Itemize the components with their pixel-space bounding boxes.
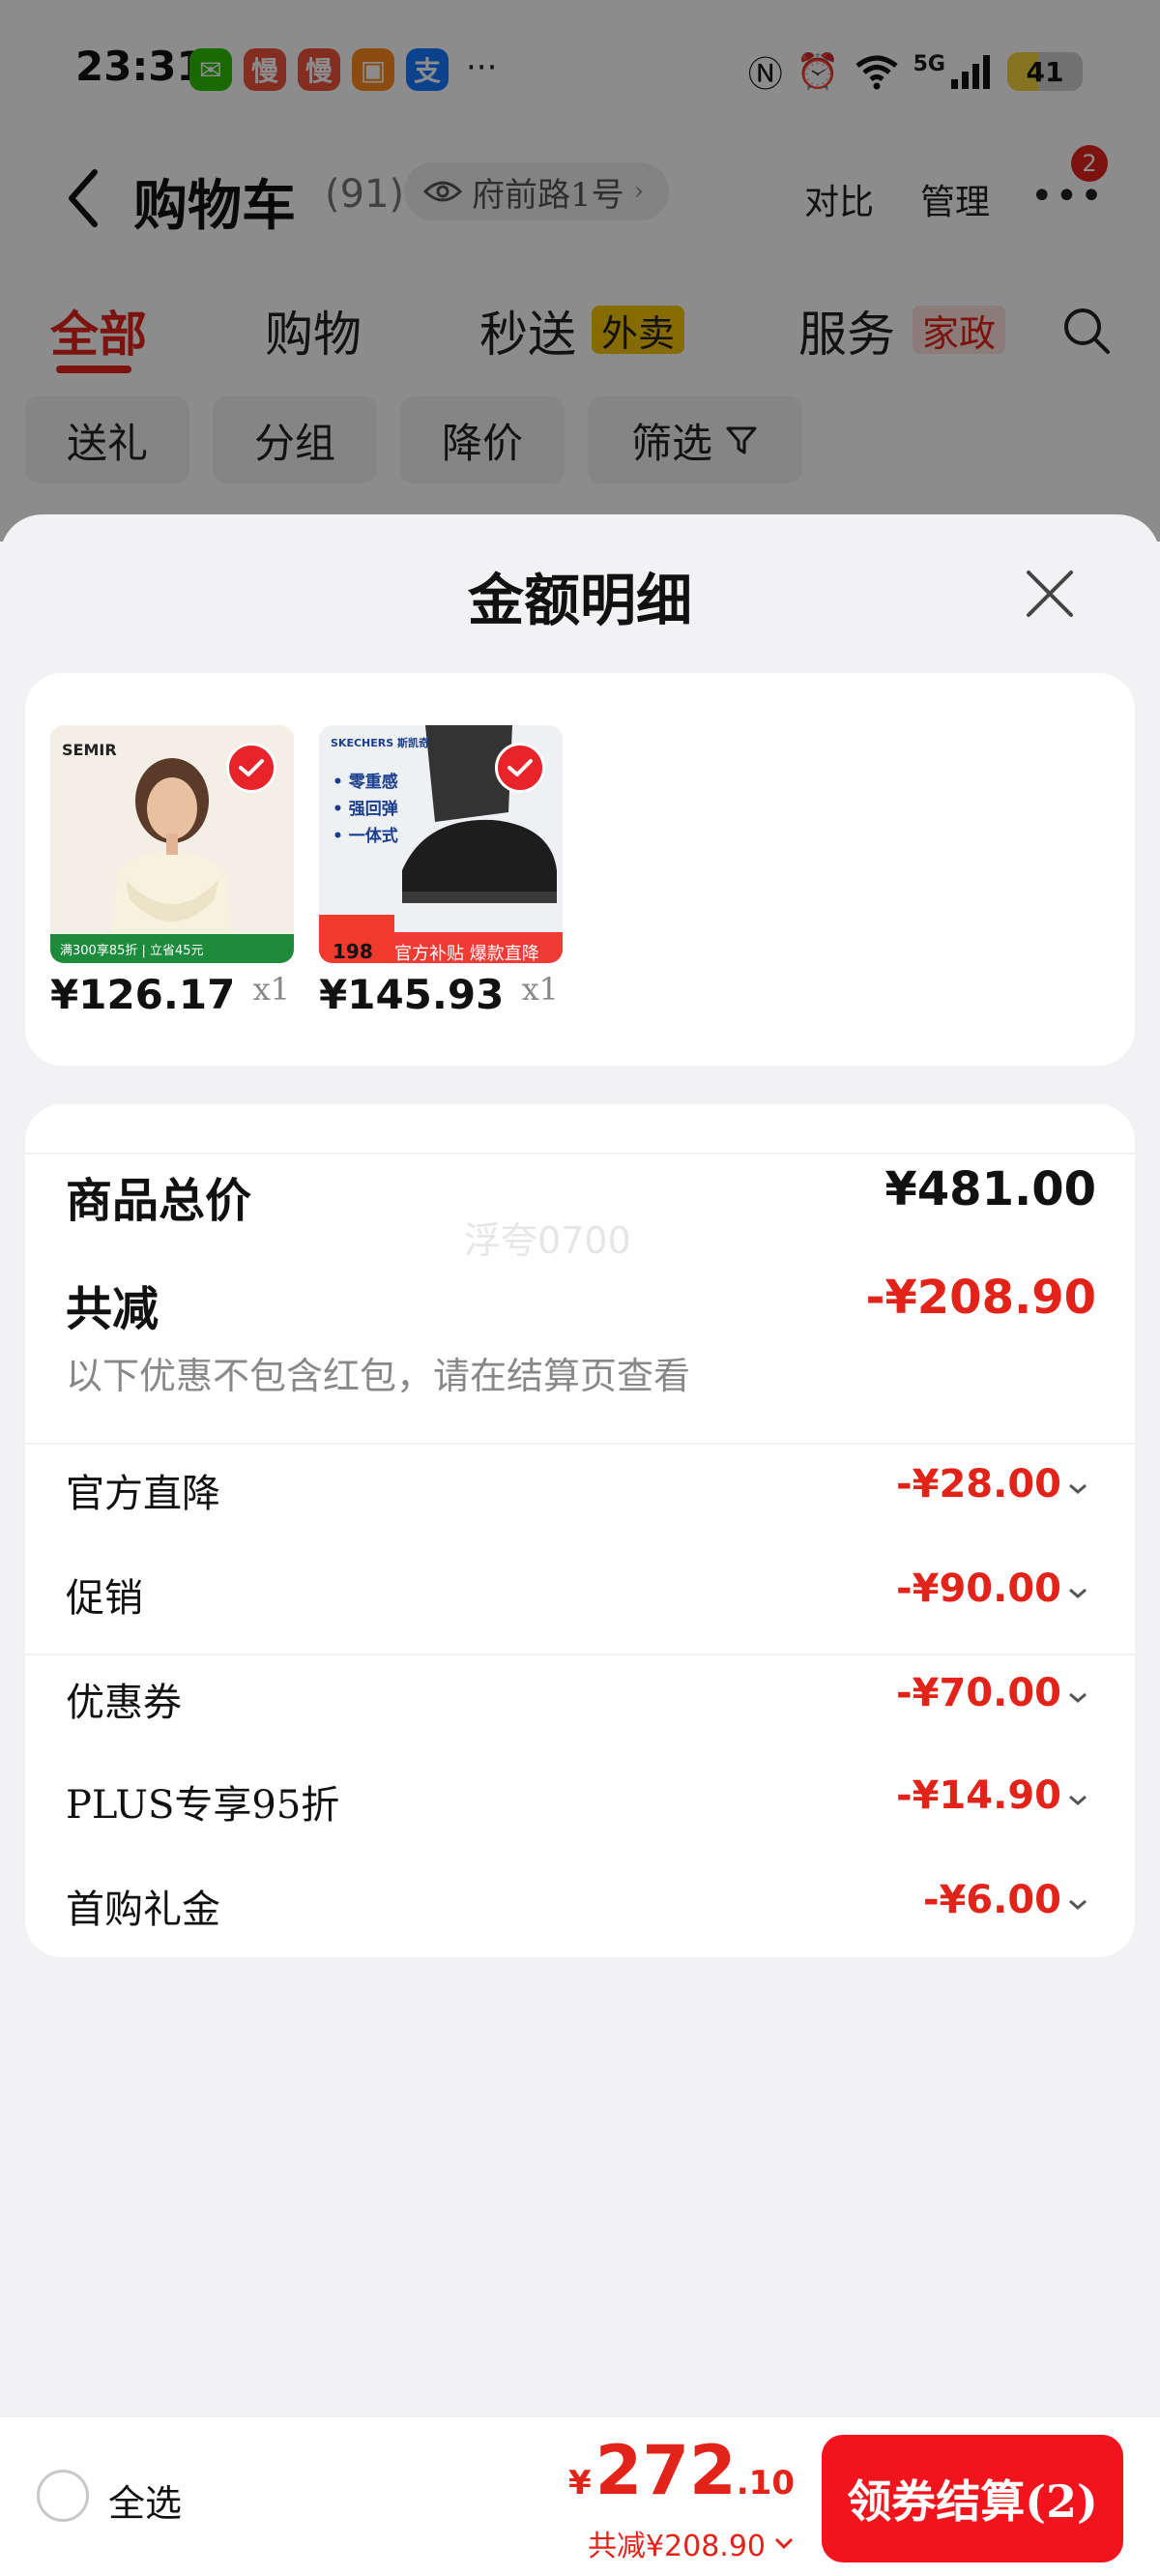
divider	[25, 1153, 1135, 1155]
total-reduction-text: 共减¥208.90	[587, 2530, 766, 2563]
select-all-checkbox[interactable]	[37, 2470, 89, 2522]
divider	[25, 1443, 1135, 1445]
chevron-down-icon[interactable]	[1067, 1686, 1088, 1708]
reduction-label: 共减	[66, 1282, 160, 1336]
discount-label: 首购礼金	[66, 1888, 220, 1932]
product-item[interactable]: SKECHERS 斯凯奇 • 零重感 • 强回弹 • 一体式 198 官方补贴 …	[319, 725, 563, 1018]
selected-products-card: SEMIR 满300享85折 | 立省45元 ¥126.17 x1 SKECHE…	[25, 673, 1135, 1066]
total-amount: ¥ 272 .10	[568, 2431, 795, 2510]
chevron-down-icon[interactable]	[1067, 1789, 1088, 1810]
women-hoodie-product-image: SEMIR 满300享85折 | 立省45元	[50, 725, 294, 963]
brand-logo: SKECHERS 斯凯奇	[331, 737, 429, 749]
total-reduction[interactable]: 共减¥208.90	[588, 2522, 795, 2564]
feature-3: • 一体式	[333, 827, 398, 846]
discount-value[interactable]: -¥90.00	[896, 1566, 1061, 1611]
total-price-label: 商品总价	[66, 1174, 252, 1228]
discount-label: 官方直降	[66, 1472, 220, 1516]
checkout-bar: 全选 ¥ 272 .10 共减¥208.90 领券结算(2)	[0, 2417, 1160, 2576]
product-quantity: x1	[521, 971, 559, 1008]
total-decimal: .10	[736, 2464, 795, 2503]
brand-logo: SEMIR	[62, 741, 117, 759]
discount-label: 优惠券	[66, 1681, 182, 1725]
close-icon[interactable]	[1023, 567, 1077, 621]
total-price-value: ¥481.00	[884, 1162, 1096, 1216]
chevron-down-icon[interactable]	[1067, 1478, 1088, 1499]
divider	[25, 1654, 1135, 1655]
discount-value[interactable]: -¥28.00	[896, 1462, 1061, 1507]
amount-detail-sheet: 金额明细 SEMIR 满300享85折 | 立省45元 ¥126.17 x1 S…	[0, 514, 1160, 2576]
currency-symbol: ¥	[567, 2464, 592, 2503]
modal-backdrop[interactable]	[0, 0, 1160, 542]
chevron-down-icon	[774, 2537, 794, 2550]
selected-check-icon[interactable]	[226, 743, 276, 793]
product-quantity: x1	[252, 971, 290, 1008]
product-price: ¥126.17	[50, 971, 236, 1018]
product-promo-banner: 满300享85折 | 立省45元	[60, 944, 204, 958]
product-item[interactable]: SEMIR 满300享85折 | 立省45元 ¥126.17 x1	[50, 725, 294, 1018]
price-breakdown-card: 商品总价 ¥481.00 浮夸0700 共减 -¥208.90 以下优惠不包含红…	[25, 1104, 1135, 1957]
feature-2: • 强回弹	[333, 800, 398, 819]
reduction-value: -¥208.90	[865, 1271, 1096, 1325]
selected-check-icon[interactable]	[495, 743, 545, 793]
watermark: 浮夸0700	[464, 1219, 631, 1262]
tag-price: 198	[333, 940, 373, 963]
total-integer: 272	[594, 2431, 737, 2510]
discount-value[interactable]: -¥6.00	[923, 1878, 1061, 1922]
chevron-down-icon[interactable]	[1067, 1893, 1088, 1915]
discount-label: PLUS专享95折	[66, 1783, 340, 1828]
sheet-title: 金额明细	[467, 568, 692, 633]
product-promo-banner: 官方补贴 爆款直降	[394, 944, 539, 963]
discount-note: 以下优惠不包含红包，请在结算页查看	[66, 1355, 691, 1397]
select-all-label[interactable]: 全选	[108, 2474, 182, 2527]
checkout-button[interactable]: 领券结算(2)	[822, 2435, 1123, 2562]
product-price: ¥145.93	[319, 971, 505, 1018]
feature-1: • 零重感	[333, 773, 398, 792]
discount-value[interactable]: -¥14.90	[896, 1773, 1061, 1818]
discount-label: 促销	[66, 1576, 143, 1621]
skechers-shoes-product-image: SKECHERS 斯凯奇 • 零重感 • 强回弹 • 一体式 198 官方补贴 …	[319, 725, 563, 963]
chevron-down-icon[interactable]	[1067, 1582, 1088, 1603]
discount-value[interactable]: -¥70.00	[896, 1671, 1061, 1715]
